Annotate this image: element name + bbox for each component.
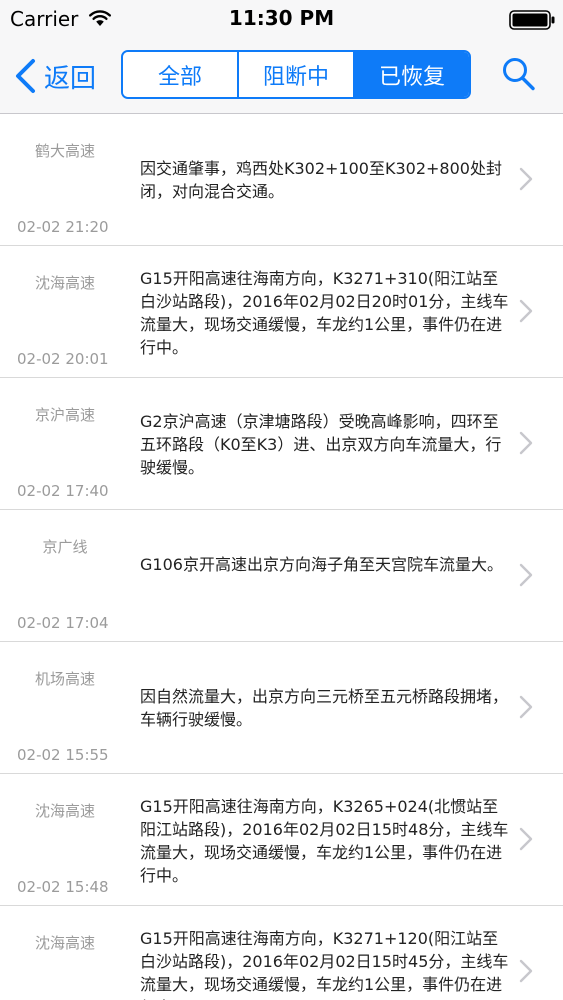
event-description: G2京沪高速（京津塘路段）受晚高峰影响，四环至五环路段（K0至K3）进、出京双方…: [140, 412, 502, 477]
event-time: 02-02 15:55: [17, 746, 109, 764]
event-road-name: 沈海高速: [34, 274, 95, 292]
chevron-right-icon: [519, 563, 533, 587]
event-row[interactable]: 沈海高速 G15开阳高速往海南方向，K3271+310(阳江站至白沙站路段)，2…: [0, 246, 563, 378]
status-bar: Carrier 11:30 PM: [0, 0, 563, 40]
event-road-name: 机场高速: [34, 670, 95, 688]
event-time: 02-02 20:01: [17, 350, 109, 368]
event-road-name: 京广线: [42, 538, 88, 556]
event-description: 因自然流量大，出京方向三元桥至五元桥路段拥堵，车辆行驶缓慢。: [140, 687, 509, 729]
event-road-name: 沈海高速: [34, 934, 95, 952]
event-road-name: 鹤大高速: [34, 142, 95, 160]
event-time: 02-02 15:48: [17, 878, 109, 896]
status-time: 11:30 PM: [228, 6, 335, 30]
event-time: 02-02 17:04: [17, 614, 109, 632]
event-description: 因交通肇事，鸡西处K302+100至K302+800处封闭，对向混合交通。: [140, 159, 502, 201]
event-row[interactable]: 京广线 G106京开高速出京方向海子角至天宫院车流量大。 02-02 17:04: [0, 510, 563, 642]
chevron-right-icon: [519, 431, 533, 455]
chevron-right-icon: [519, 299, 533, 323]
segment-all[interactable]: 全部: [123, 52, 239, 97]
event-description: G15开阳高速往海南方向，K3271+120(阳江站至白沙站路段)，2016年0…: [140, 929, 509, 1000]
segment-blocked[interactable]: 阻断中: [239, 52, 355, 97]
battery-icon: [509, 10, 555, 30]
event-road-name: 沈海高速: [34, 802, 95, 820]
event-row[interactable]: 京沪高速 G2京沪高速（京津塘路段）受晚高峰影响，四环至五环路段（K0至K3）进…: [0, 378, 563, 510]
search-icon[interactable]: [500, 56, 536, 92]
back-button-label: 返回: [44, 63, 97, 94]
event-description: G15开阳高速往海南方向，K3271+310(阳江站至白沙站路段)，2016年0…: [140, 269, 509, 357]
chevron-right-icon: [519, 959, 533, 983]
status-filter-segmented-control: 全部 阻断中 已恢复: [121, 50, 471, 99]
event-row[interactable]: 沈海高速 G15开阳高速往海南方向，K3265+024(北惯站至阳江站路段)，2…: [0, 774, 563, 906]
event-description: G15开阳高速往海南方向，K3265+024(北惯站至阳江站路段)，2016年0…: [140, 797, 509, 885]
back-button[interactable]: 返回: [14, 54, 96, 98]
chevron-right-icon: [519, 695, 533, 719]
event-time: 02-02 21:20: [17, 218, 109, 236]
event-road-name: 京沪高速: [34, 406, 95, 424]
event-row[interactable]: 沈海高速 G15开阳高速往海南方向，K3271+120(阳江站至白沙站路段)，2…: [0, 906, 563, 1000]
event-list: 鹤大高速 因交通肇事，鸡西处K302+100至K302+800处封闭，对向混合交…: [0, 114, 563, 1000]
navigation-bar: 返回 全部 阻断中 已恢复: [0, 40, 563, 114]
event-description: G106京开高速出京方向海子角至天宫院车流量大。: [140, 555, 503, 574]
chevron-right-icon: [519, 167, 533, 191]
event-row[interactable]: 鹤大高速 因交通肇事，鸡西处K302+100至K302+800处封闭，对向混合交…: [0, 114, 563, 246]
chevron-left-icon: [16, 59, 35, 93]
segment-restored[interactable]: 已恢复: [355, 52, 469, 97]
screen: Carrier 11:30 PM 返回 全部 阻断中 已恢复 鹤大高速 因交通肇…: [0, 0, 563, 1000]
chevron-right-icon: [519, 827, 533, 851]
event-time: 02-02 17:40: [17, 482, 109, 500]
event-row[interactable]: 机场高速 因自然流量大，出京方向三元桥至五元桥路段拥堵，车辆行驶缓慢。 02-0…: [0, 642, 563, 774]
